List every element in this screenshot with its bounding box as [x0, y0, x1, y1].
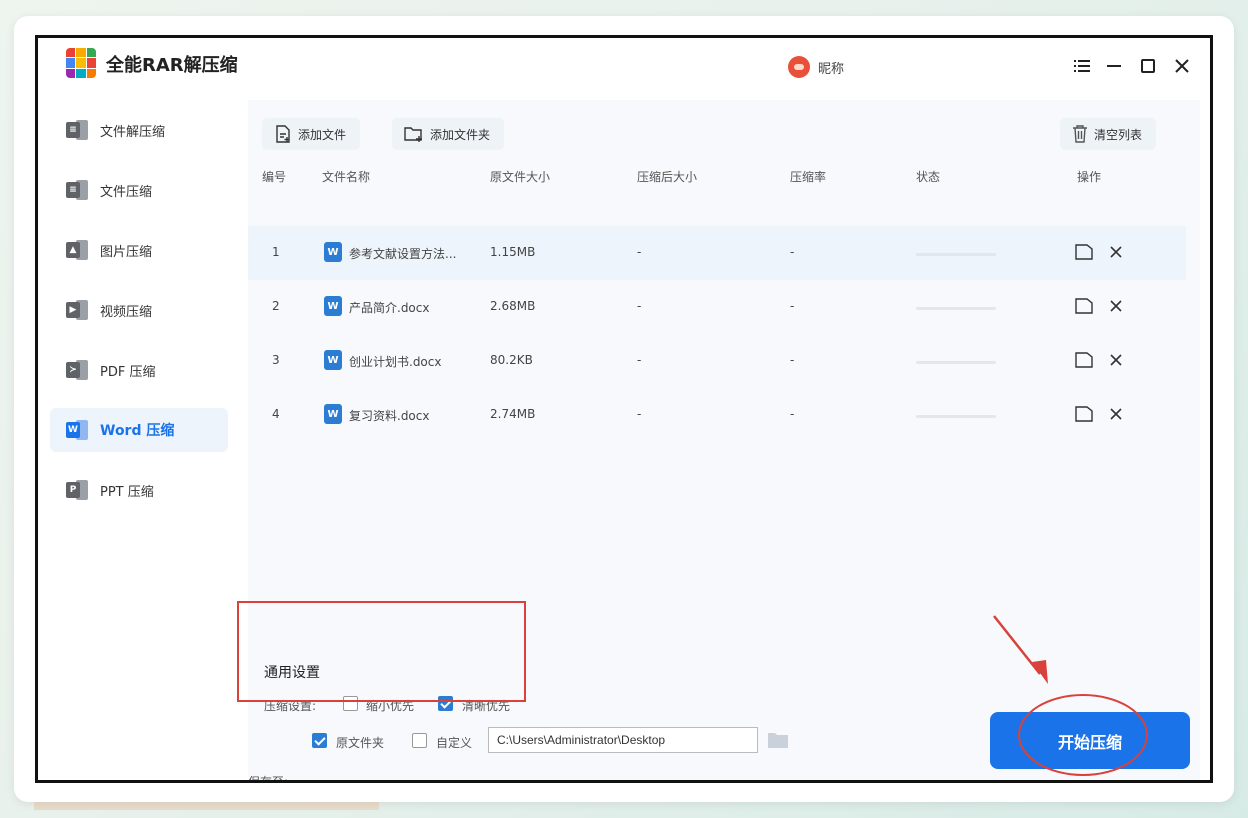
custom-path-label: 自定义: [436, 736, 473, 750]
word-file-icon: W: [324, 404, 342, 424]
avatar[interactable]: [788, 56, 810, 78]
save-path-input[interactable]: [488, 727, 758, 753]
remove-row-icon[interactable]: [1106, 404, 1126, 424]
minimize-icon[interactable]: [1102, 54, 1126, 78]
open-file-icon[interactable]: [1074, 350, 1094, 370]
row-index: 1: [272, 245, 280, 259]
file-name: 复习资料.docx: [349, 409, 430, 423]
remove-row-icon[interactable]: [1106, 242, 1126, 262]
sidebar-item-file-compress[interactable]: ≡ 文件压缩: [50, 168, 228, 212]
orig-size: 1.15MB: [490, 245, 536, 259]
sidebar-item-label: 文件压缩: [100, 184, 153, 200]
original-folder-label: 原文件夹: [336, 736, 385, 750]
row-index: 2: [272, 299, 280, 313]
add-folder-button[interactable]: 添加文件夹: [392, 118, 505, 150]
add-folder-icon: [404, 127, 422, 142]
add-file-icon: [276, 125, 290, 143]
sidebar-item-word-compress[interactable]: W Word 压缩: [50, 408, 228, 452]
table-row[interactable]: 3 W 创业计划书.docx 80.2KB - -: [248, 334, 1186, 388]
add-file-button[interactable]: 添加文件: [262, 118, 361, 150]
video-icon: ▶: [66, 299, 88, 321]
app-title: 全能RAR解压缩: [106, 55, 238, 76]
row-index: 4: [272, 407, 280, 421]
sidebar-item-label: PDF 压缩: [100, 364, 156, 380]
word-file-icon: W: [324, 350, 342, 370]
file-compress-icon: ≡: [66, 179, 88, 201]
progress-bar: [916, 415, 996, 418]
comp-size: -: [637, 353, 642, 367]
clear-list-button[interactable]: 清空列表: [1060, 118, 1157, 150]
sidebar-item-image-compress[interactable]: ▲ 图片压缩: [50, 228, 228, 272]
nickname: 昵称: [818, 61, 845, 77]
annotation-arrow: [993, 615, 1048, 684]
settings-annotation-box: [237, 601, 526, 702]
col-name: 文件名称: [322, 170, 371, 184]
app-logo-icon: [66, 48, 96, 78]
word-file-icon: W: [324, 296, 342, 316]
table-header: 编号 文件名称 原文件大小 压缩后大小 压缩率 状态 操作: [248, 156, 1186, 196]
sidebar-item-ppt-compress[interactable]: P PPT 压缩: [50, 468, 228, 512]
user-profile[interactable]: 昵称: [788, 56, 844, 78]
clear-list-label: 清空列表: [1094, 127, 1143, 142]
comp-size: -: [637, 245, 642, 259]
trash-icon: [1073, 125, 1087, 143]
sidebar-item-file-decompress[interactable]: ≡ 文件解压缩: [50, 108, 228, 152]
orig-size: 80.2KB: [490, 353, 533, 367]
remove-row-icon[interactable]: [1106, 296, 1126, 316]
comp-size: -: [637, 299, 642, 313]
sidebar-item-label: 文件解压缩: [100, 124, 166, 140]
ratio: -: [790, 299, 795, 313]
original-folder-checkbox[interactable]: [312, 733, 327, 748]
col-index: 编号: [262, 170, 287, 184]
progress-bar: [916, 361, 996, 364]
pdf-icon: ≻: [66, 359, 88, 381]
open-file-icon[interactable]: [1074, 296, 1094, 316]
menu-icon[interactable]: [1070, 54, 1094, 78]
col-ratio: 压缩率: [790, 170, 827, 184]
file-name: 创业计划书.docx: [349, 355, 442, 369]
image-icon: ▲: [66, 239, 88, 261]
custom-path-checkbox[interactable]: [412, 733, 427, 748]
row-index: 3: [272, 353, 280, 367]
ratio: -: [790, 245, 795, 259]
sidebar: ≡ 文件解压缩 ≡ 文件压缩 ▲ 图片压缩 ▶ 视频压缩 ≻ PDF 压缩 W …: [50, 108, 228, 528]
title-bar: 全能RAR解压缩 昵称: [38, 38, 1210, 100]
sidebar-item-label: 视频压缩: [100, 304, 153, 320]
ratio: -: [790, 407, 795, 421]
sidebar-item-pdf-compress[interactable]: ≻ PDF 压缩: [50, 348, 228, 392]
sidebar-item-video-compress[interactable]: ▶ 视频压缩: [50, 288, 228, 332]
progress-bar: [916, 253, 996, 256]
progress-bar: [916, 307, 996, 310]
open-file-icon[interactable]: [1074, 242, 1094, 262]
start-compress-button[interactable]: 开始压缩: [990, 712, 1190, 769]
col-status: 状态: [916, 170, 941, 184]
save-to-label: 保存至:: [248, 775, 289, 783]
col-orig-size: 原文件大小: [490, 170, 551, 184]
sidebar-item-label: 图片压缩: [100, 244, 153, 260]
add-file-label: 添加文件: [298, 127, 347, 142]
col-comp-size: 压缩后大小: [637, 170, 698, 184]
word-icon: W: [66, 419, 88, 441]
remove-row-icon[interactable]: [1106, 350, 1126, 370]
add-folder-label: 添加文件夹: [430, 127, 491, 142]
maximize-icon[interactable]: [1136, 54, 1160, 78]
file-decompress-icon: ≡: [66, 119, 88, 141]
table-row[interactable]: 4 W 复习资料.docx 2.74MB - -: [248, 388, 1186, 442]
file-name: 产品简介.docx: [349, 301, 430, 315]
table-row[interactable]: 1 W 参考文献设置方法... 1.15MB - -: [248, 226, 1186, 280]
folder-icon[interactable]: [767, 731, 789, 749]
comp-size: -: [637, 407, 642, 421]
file-name: 参考文献设置方法...: [349, 247, 457, 261]
sidebar-item-label: Word 压缩: [100, 423, 175, 439]
sidebar-item-label: PPT 压缩: [100, 484, 154, 500]
orig-size: 2.68MB: [490, 299, 536, 313]
ratio: -: [790, 353, 795, 367]
orig-size: 2.74MB: [490, 407, 536, 421]
col-action: 操作: [1077, 170, 1102, 184]
open-file-icon[interactable]: [1074, 404, 1094, 424]
word-file-icon: W: [324, 242, 342, 262]
close-icon[interactable]: [1170, 54, 1194, 78]
table-row[interactable]: 2 W 产品简介.docx 2.68MB - -: [248, 280, 1186, 334]
ppt-icon: P: [66, 479, 88, 501]
